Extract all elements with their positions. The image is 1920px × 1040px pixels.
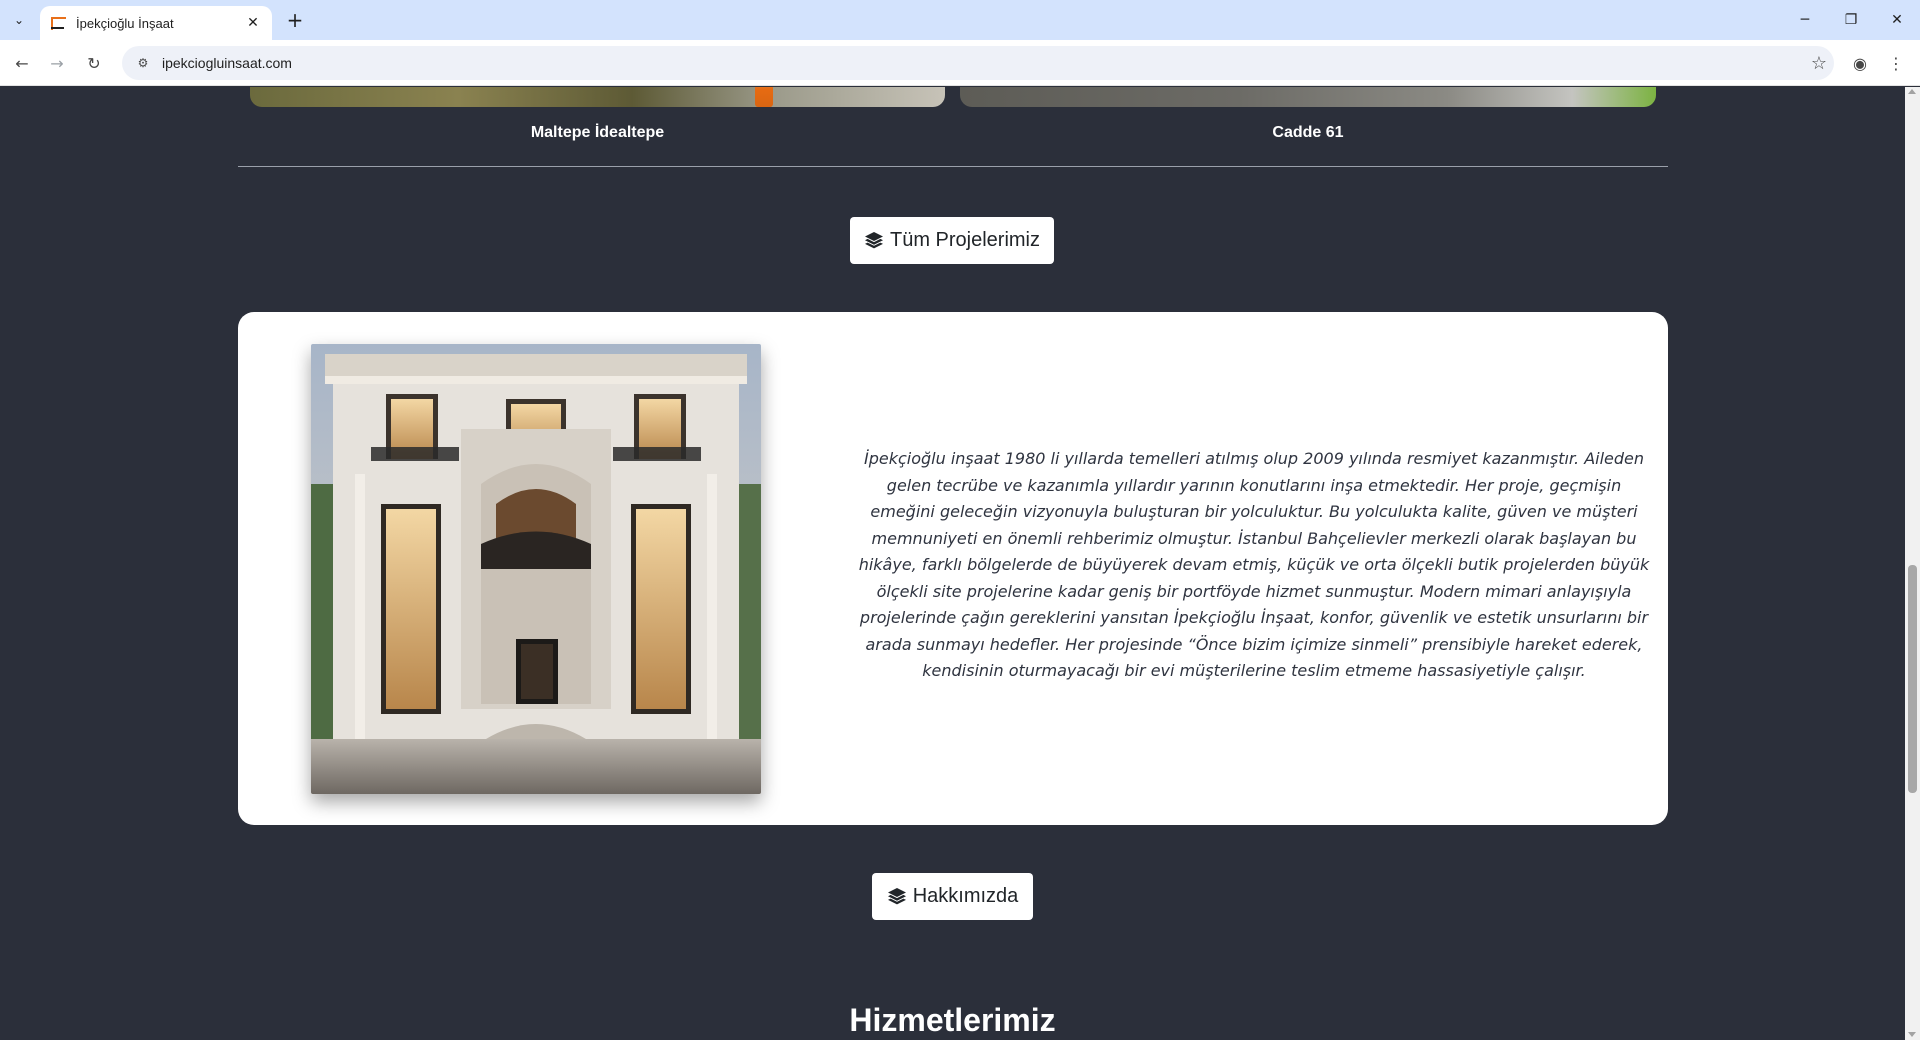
forward-arrow-icon[interactable]: → — [43, 49, 71, 77]
house-photo — [311, 344, 761, 794]
about-button-label: Hakkımızda — [912, 885, 1019, 907]
project-image-cadde[interactable] — [960, 87, 1656, 107]
menu-kebab-icon[interactable]: ⋮ — [1882, 49, 1910, 77]
address-bar[interactable]: ⚙ ipekciogluinsaat.com ☆ — [122, 46, 1834, 80]
house-illustration — [311, 344, 761, 794]
browser-tab[interactable]: İpekçioğlu İnşaat ✕ — [40, 6, 272, 40]
about-paragraph: İpekçioğlu inşaat 1980 li yıllarda temel… — [858, 449, 1650, 680]
site-info-icon[interactable]: ⚙ — [134, 54, 152, 72]
restore-window-icon[interactable]: ❐ — [1828, 0, 1874, 40]
url-text[interactable]: ipekciogluinsaat.com — [162, 55, 1804, 71]
browser-toolbar: ← → ↻ ⚙ ipekciogluinsaat.com ☆ ◉ ⋮ — [0, 40, 1920, 86]
close-window-icon[interactable]: ✕ — [1874, 0, 1920, 40]
browser-tab-strip: ⌄ İpekçioğlu İnşaat ✕ + ─ ❐ ✕ — [0, 0, 1920, 40]
project-caption: Cadde 61 — [1272, 124, 1344, 141]
minimize-window-icon[interactable]: ─ — [1782, 0, 1828, 40]
about-card: İpekçioğlu inşaat 1980 li yıllarda temel… — [238, 312, 1668, 825]
scroll-up-arrow-icon[interactable] — [1908, 89, 1916, 94]
profile-icon[interactable]: ◉ — [1846, 49, 1874, 77]
scrollbar-thumb[interactable] — [1908, 565, 1917, 793]
tab-close-icon[interactable]: ✕ — [244, 15, 262, 31]
project-caption: Maltepe İdealtepe — [530, 124, 665, 141]
new-tab-plus-icon[interactable]: + — [282, 8, 308, 34]
project-image-maltepe[interactable] — [250, 87, 945, 107]
tab-title: İpekçioğlu İnşaat — [76, 15, 174, 31]
services-title: Hizmetlerimiz — [849, 1002, 1056, 1038]
all-projects-button[interactable]: Tüm Projelerimiz — [850, 217, 1054, 264]
back-arrow-icon[interactable]: ← — [8, 49, 36, 77]
page-scrollbar[interactable] — [1905, 87, 1920, 1040]
site-favicon-icon — [50, 15, 66, 31]
section-divider — [238, 166, 1668, 167]
scroll-down-arrow-icon[interactable] — [1908, 1032, 1916, 1037]
about-button[interactable]: Hakkımızda — [872, 873, 1033, 920]
bookmark-star-icon[interactable]: ☆ — [1804, 53, 1834, 74]
reload-icon[interactable]: ↻ — [80, 49, 108, 77]
layers-icon — [864, 231, 883, 248]
layers-icon — [887, 887, 906, 904]
page-viewport: Maltepe İdealtepe Cadde 61 Tüm Projeleri… — [0, 87, 1905, 1040]
all-projects-label: Tüm Projelerimiz — [889, 229, 1041, 251]
tab-search-chevron-icon[interactable]: ⌄ — [6, 7, 32, 33]
